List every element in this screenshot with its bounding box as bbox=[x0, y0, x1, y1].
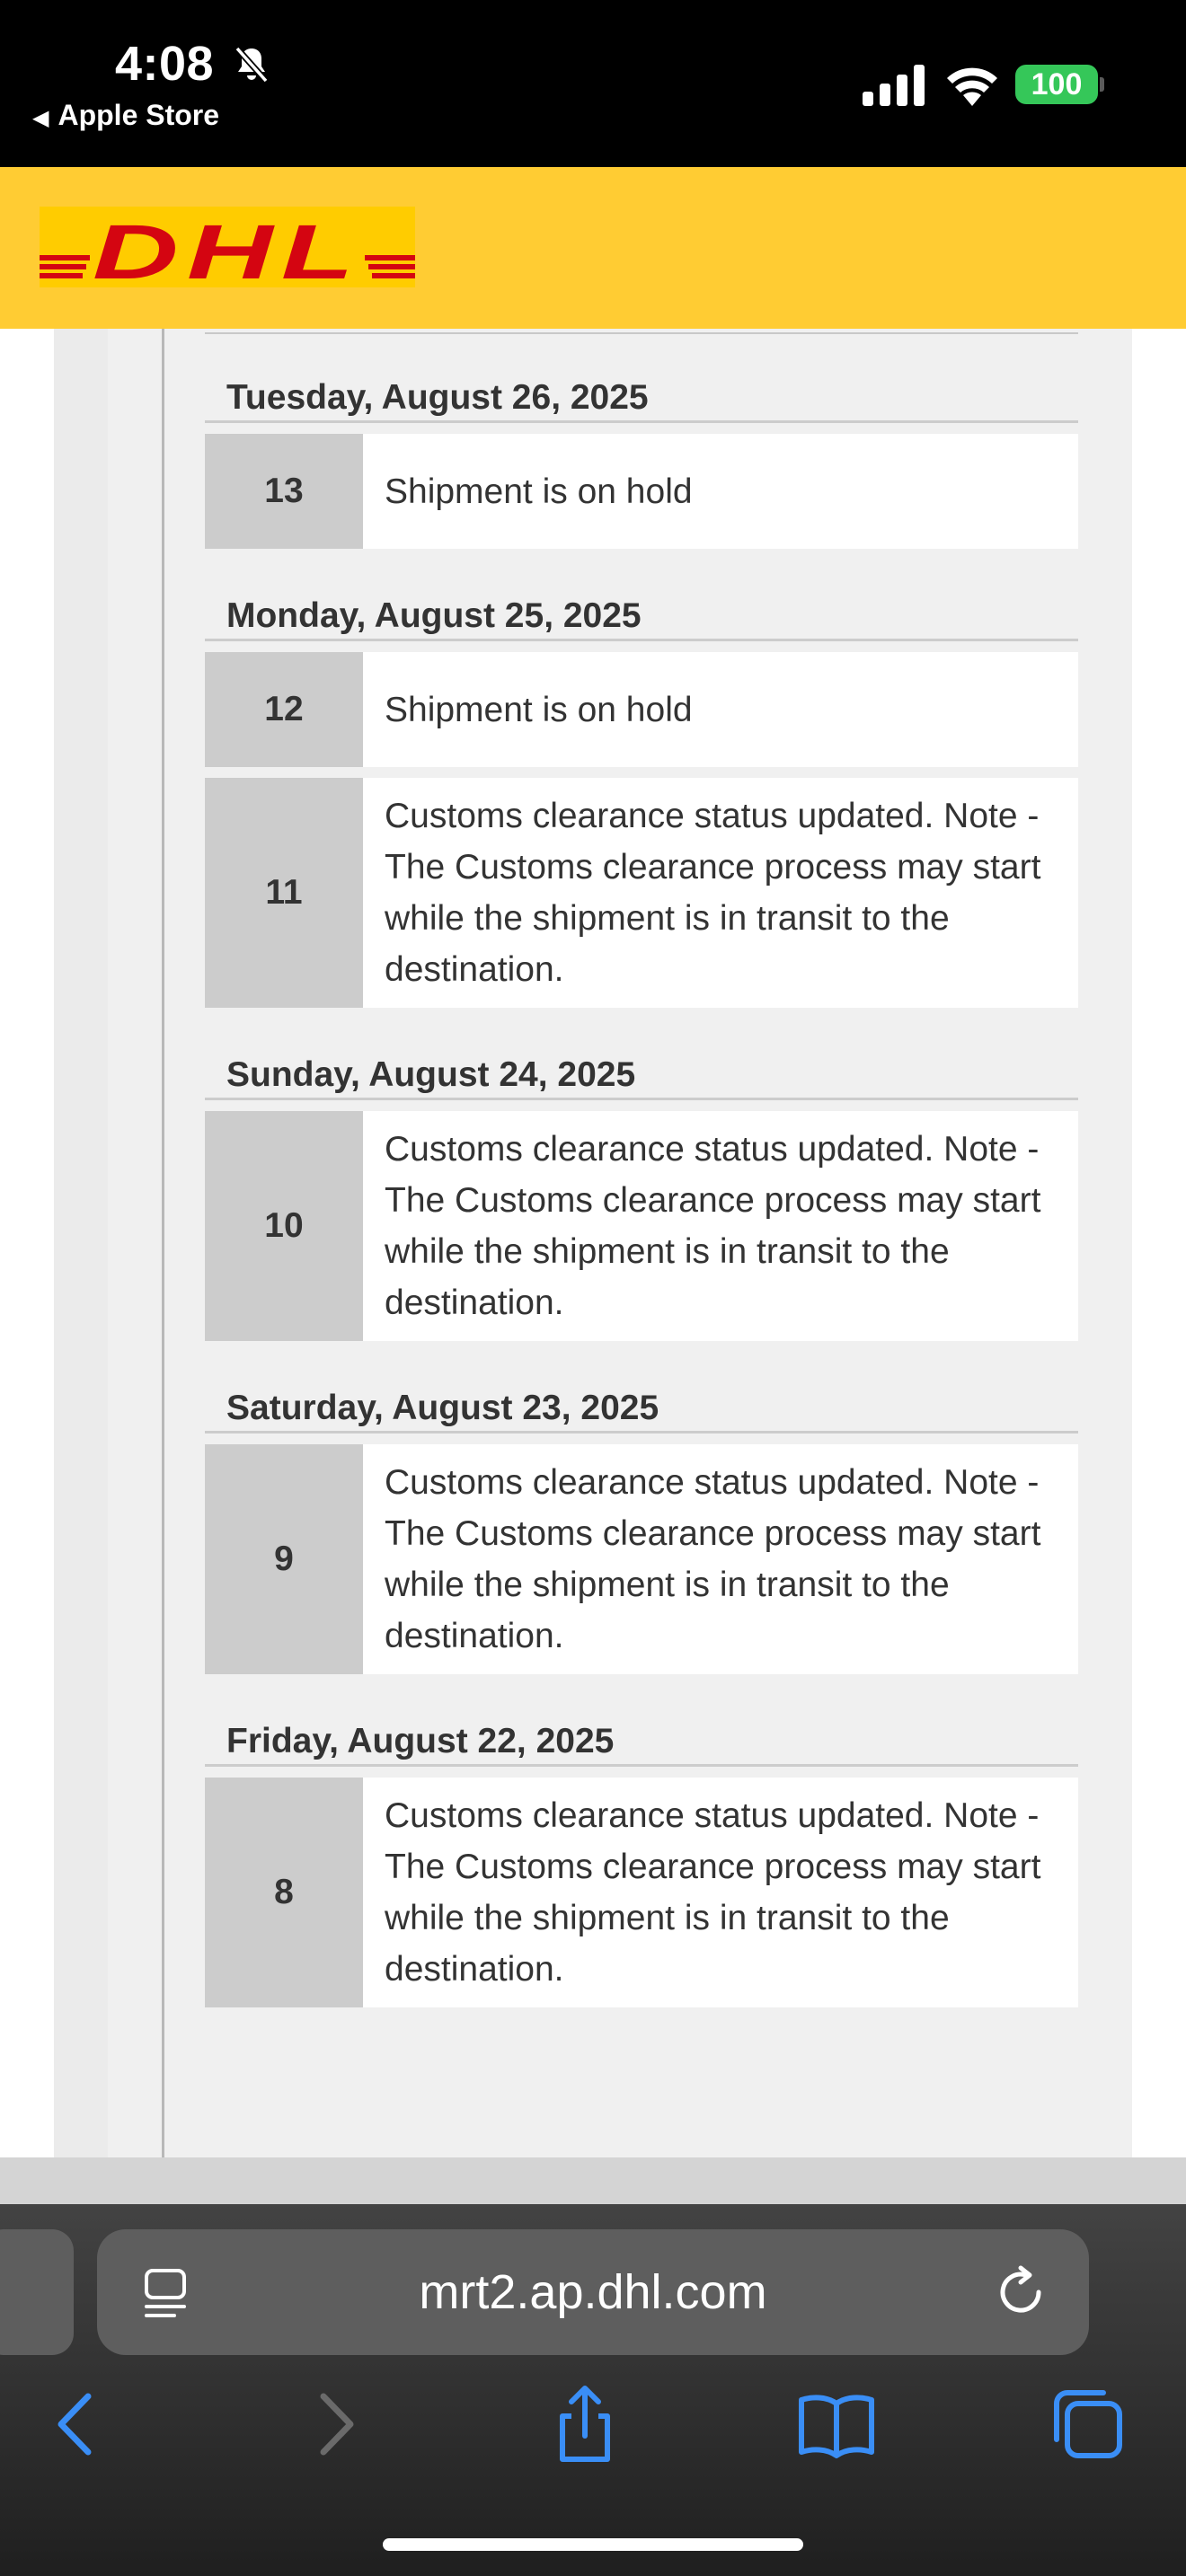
event-description-cell: Customs clearance status updated. Note -… bbox=[363, 1444, 1078, 1674]
site-header: DHL bbox=[0, 167, 1186, 329]
date-group: Tuesday, August 26, 2025 13 Shipment is … bbox=[205, 375, 1078, 549]
event-date-heading: Sunday, August 24, 2025 bbox=[205, 1053, 1078, 1100]
event-date-heading: Tuesday, August 26, 2025 bbox=[205, 375, 1078, 423]
timeline-line bbox=[162, 329, 164, 2157]
back-app-label: Apple Store bbox=[58, 99, 220, 131]
event-date-heading: Saturday, August 23, 2025 bbox=[205, 1386, 1078, 1434]
event-number: 12 bbox=[205, 652, 363, 767]
event-number: 11 bbox=[205, 778, 363, 1008]
reload-icon[interactable] bbox=[994, 2265, 1048, 2319]
forward-icon[interactable] bbox=[295, 2384, 376, 2465]
tracking-page: Tuesday, August 26, 2025 13 Shipment is … bbox=[0, 329, 1186, 2157]
status-time: 4:08 bbox=[115, 37, 215, 91]
wifi-icon bbox=[947, 67, 997, 106]
browser-toolbar: mrt2.ap.dhl.com bbox=[0, 2204, 1186, 2576]
event-description: Customs clearance status updated. Note -… bbox=[385, 1130, 1041, 1322]
page-menu-icon[interactable] bbox=[140, 2267, 190, 2321]
tracking-event: 12 Shipment is on hold bbox=[205, 652, 1078, 767]
date-group: Friday, August 22, 2025 8 Customs cleara… bbox=[205, 1719, 1078, 2007]
cellular-signal-icon bbox=[863, 65, 925, 106]
tracking-event: 10 Customs clearance status updated. Not… bbox=[205, 1111, 1078, 1341]
event-description-cell: Shipment is on hold bbox=[363, 434, 1078, 549]
date-group: Monday, August 25, 2025 12 Shipment is o… bbox=[205, 594, 1078, 1008]
event-description-cell: Shipment is on hold bbox=[363, 652, 1078, 767]
tracking-event: 9 Customs clearance status updated. Note… bbox=[205, 1444, 1078, 1674]
tracking-event: 8 Customs clearance status updated. Note… bbox=[205, 1778, 1078, 2007]
dhl-logo[interactable]: DHL bbox=[40, 207, 415, 287]
event-number: 10 bbox=[205, 1111, 363, 1341]
page-bottom-edge bbox=[0, 2157, 1186, 2204]
battery-indicator: 100 bbox=[1015, 65, 1098, 104]
shipment-events: Tuesday, August 26, 2025 13 Shipment is … bbox=[205, 375, 1078, 2052]
event-description-cell: Customs clearance status updated. Note -… bbox=[363, 778, 1078, 1008]
date-group: Sunday, August 24, 2025 10 Customs clear… bbox=[205, 1053, 1078, 1341]
url-text: mrt2.ap.dhl.com bbox=[419, 2265, 767, 2319]
status-bar: 4:08 ◀ Apple Store 100 bbox=[0, 0, 1186, 167]
back-triangle-icon: ◀ bbox=[32, 106, 49, 130]
silent-mode-icon bbox=[235, 46, 269, 84]
event-description-cell: Customs clearance status updated. Note -… bbox=[363, 1111, 1078, 1341]
battery-nub bbox=[1100, 77, 1104, 92]
share-icon[interactable] bbox=[544, 2384, 625, 2465]
home-indicator[interactable] bbox=[383, 2538, 803, 2551]
event-description: Customs clearance status updated. Note -… bbox=[385, 1796, 1041, 1989]
event-description-cell: Customs clearance status updated. Note -… bbox=[363, 1778, 1078, 2007]
date-group: Saturday, August 23, 2025 9 Customs clea… bbox=[205, 1386, 1078, 1674]
event-description: Customs clearance status updated. Note -… bbox=[385, 1463, 1041, 1655]
bookmarks-icon[interactable] bbox=[796, 2384, 877, 2465]
event-description: Shipment is on hold bbox=[385, 690, 693, 729]
svg-text:DHL: DHL bbox=[93, 209, 362, 287]
back-to-app-link[interactable]: ◀ Apple Store bbox=[32, 99, 219, 132]
event-number: 8 bbox=[205, 1778, 363, 2007]
divider bbox=[205, 332, 1078, 334]
event-date-heading: Friday, August 22, 2025 bbox=[205, 1719, 1078, 1767]
event-number: 13 bbox=[205, 434, 363, 549]
event-description: Customs clearance status updated. Note -… bbox=[385, 797, 1041, 989]
event-description: Shipment is on hold bbox=[385, 472, 693, 511]
tracking-event: 13 Shipment is on hold bbox=[205, 434, 1078, 549]
address-bar[interactable]: mrt2.ap.dhl.com bbox=[97, 2229, 1089, 2355]
event-date-heading: Monday, August 25, 2025 bbox=[205, 594, 1078, 641]
tracking-event: 11 Customs clearance status updated. Not… bbox=[205, 778, 1078, 1008]
back-icon[interactable] bbox=[36, 2384, 117, 2465]
event-number: 9 bbox=[205, 1444, 363, 1674]
tabs-icon[interactable] bbox=[1048, 2384, 1128, 2465]
previous-tab-preview[interactable] bbox=[0, 2229, 74, 2355]
